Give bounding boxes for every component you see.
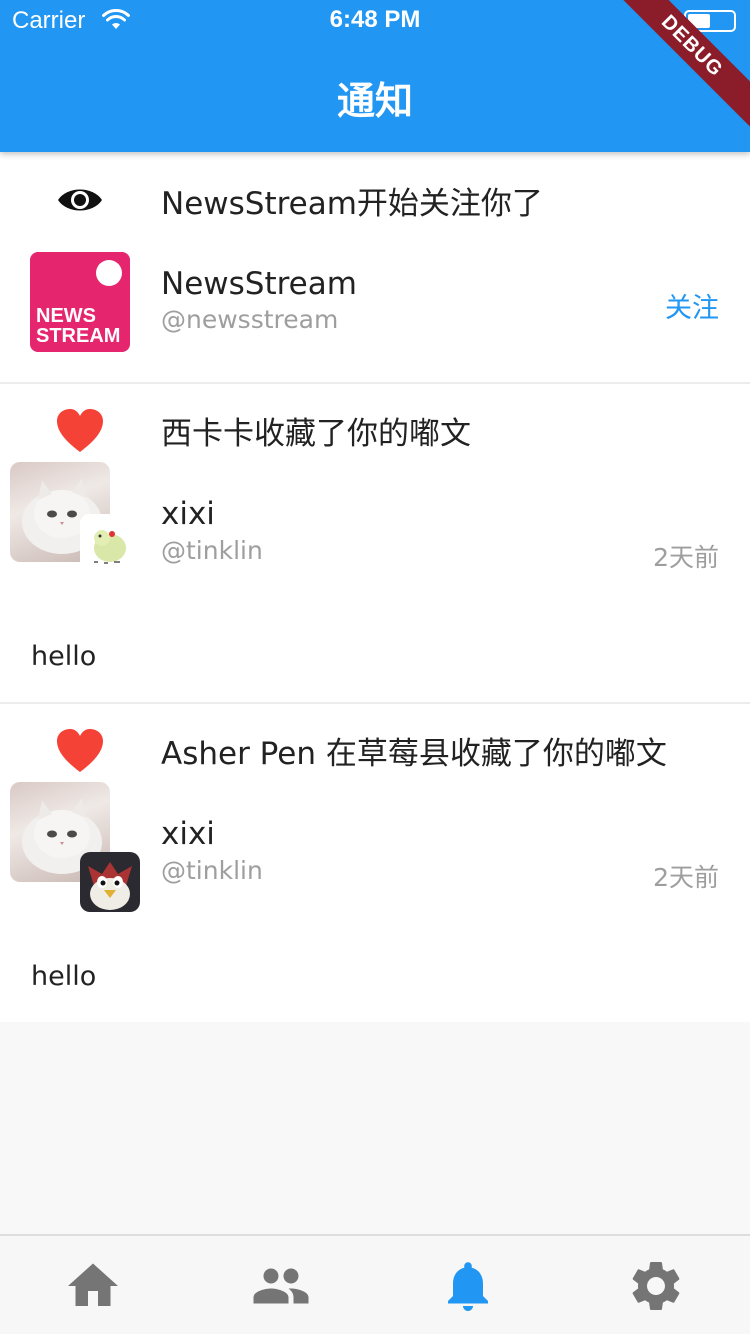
logo-dot [96, 260, 122, 286]
status-content: hello [31, 641, 97, 672]
notification-time: 2天前 [653, 863, 719, 892]
notification-favourite[interactable]: Asher Pen 在草莓县收藏了你的嘟文 xixi @tinklin 2天前 … [0, 704, 750, 1022]
bottom-navigation [0, 1234, 750, 1334]
notification-headline: Asher Pen 在草莓县收藏了你的嘟文 [161, 736, 667, 772]
eye-icon [58, 189, 102, 211]
notification-headline: 西卡卡收藏了你的嘟文 [161, 416, 471, 452]
notification-favourite[interactable]: 西卡卡收藏了你的嘟文 xixi @tinklin 2天前 hello [0, 384, 750, 704]
avatar[interactable]: NEWS STREAM [30, 252, 130, 352]
bell-icon[interactable] [438, 1256, 498, 1316]
notification-list: NewsStream开始关注你了 NEWS STREAM NewsStream @… [0, 152, 750, 1022]
secondary-avatar[interactable] [80, 514, 140, 574]
notification-follow[interactable]: NewsStream开始关注你了 NEWS STREAM NewsStream @… [0, 152, 750, 384]
follow-button[interactable]: 关注 [665, 286, 719, 325]
bird-avatar-image [80, 514, 140, 574]
home-icon[interactable] [63, 1256, 123, 1316]
user-name: NewsStream [161, 266, 357, 302]
people-icon[interactable] [251, 1256, 311, 1316]
settings-icon[interactable] [626, 1256, 686, 1316]
user-name: xixi [161, 496, 215, 532]
notification-headline: NewsStream开始关注你了 [161, 186, 543, 222]
user-handle: @tinklin [161, 856, 263, 885]
heart-icon [57, 409, 103, 452]
notification-time: 2天前 [653, 543, 719, 572]
user-handle: @newsstream [161, 305, 339, 334]
user-handle: @tinklin [161, 536, 263, 565]
news-logo-text: NEWS STREAM [36, 305, 121, 347]
heart-icon [57, 729, 103, 772]
status-content: hello [31, 961, 97, 992]
secondary-avatar[interactable] [80, 852, 140, 912]
page-title: 通知 [336, 79, 413, 123]
app-bar: Carrier 6:48 PM 通知 DEBUG [0, 0, 750, 152]
user-name: xixi [161, 816, 215, 852]
penguin-avatar-image [80, 852, 140, 912]
